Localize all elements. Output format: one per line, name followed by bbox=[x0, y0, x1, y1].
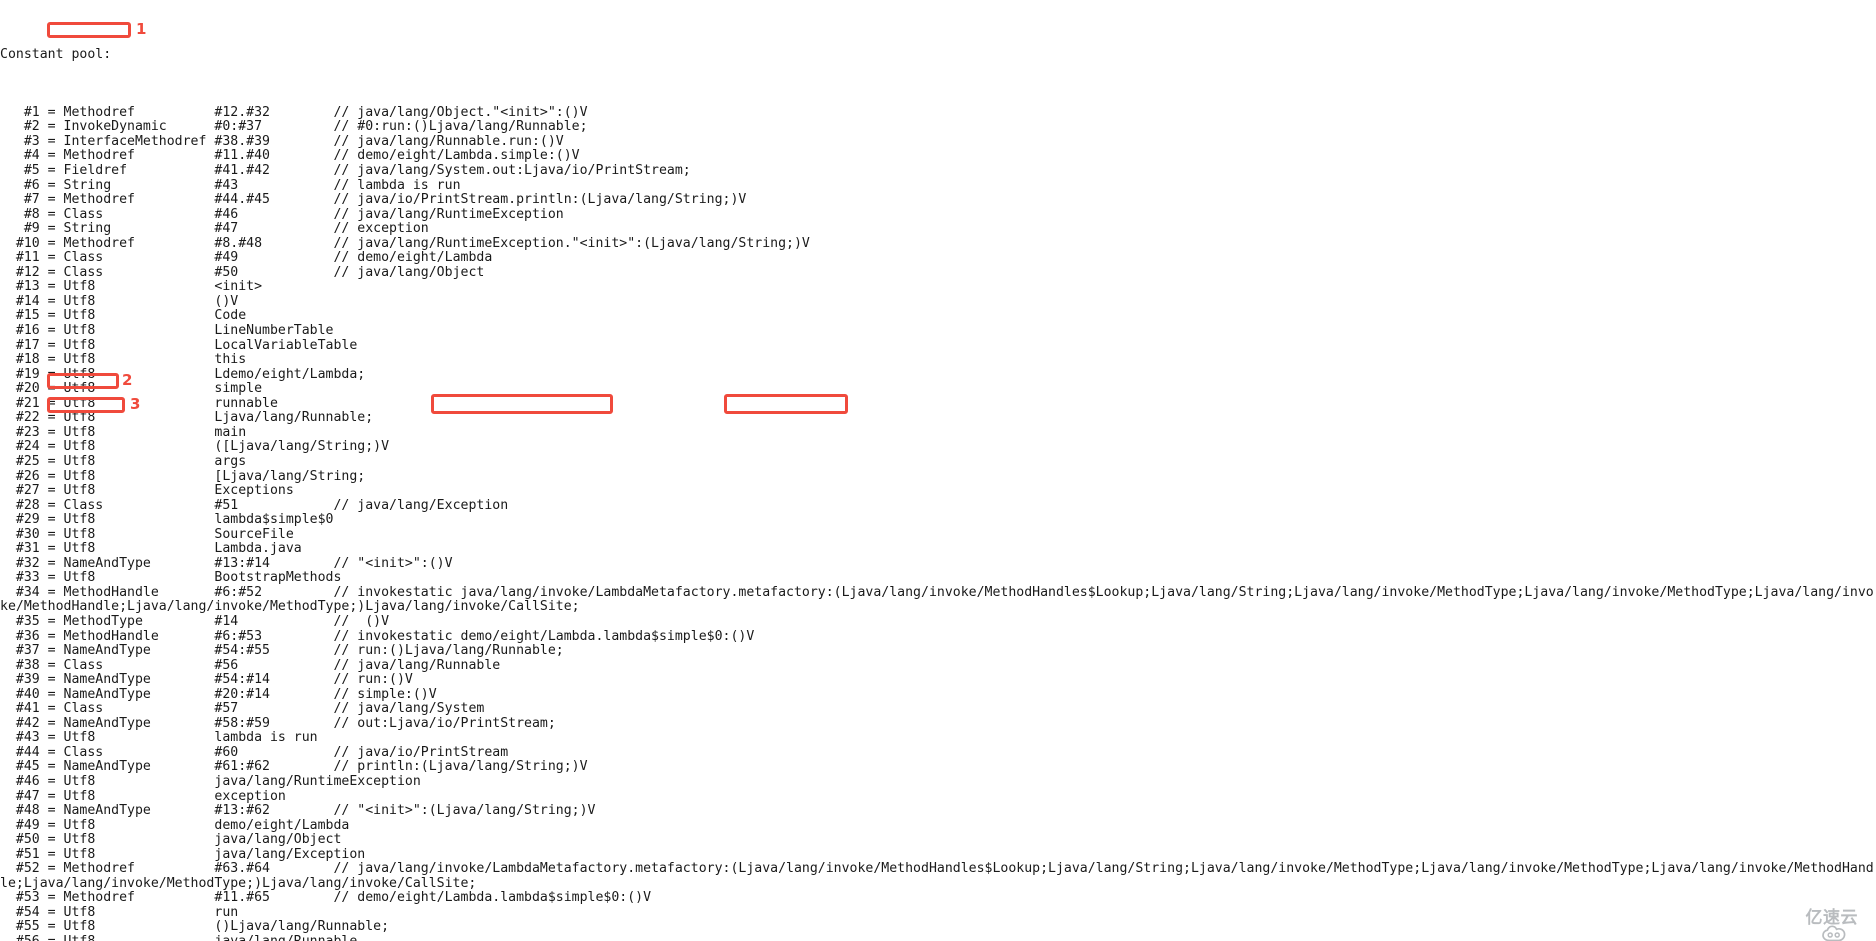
constant-pool-entry: #22 = Utf8 Ljava/lang/Runnable; bbox=[0, 410, 374, 426]
constant-pool-entry: #55 = Utf8 ()Ljava/lang/Runnable; bbox=[0, 919, 390, 935]
constant-pool-entry: #21 = Utf8 runnable bbox=[0, 395, 278, 411]
constant-pool-entry: #39 = NameAndType #54:#14 // run:()V bbox=[0, 672, 413, 688]
constant-pool-entry: #38 = Class #56 // java/lang/Runnable bbox=[0, 657, 501, 673]
constant-pool-entry: #41 = Class #57 // java/lang/System bbox=[0, 701, 485, 717]
constant-pool-entry: #17 = Utf8 LocalVariableTable bbox=[0, 337, 358, 353]
constant-pool-entry: #52 = Methodref #63.#64 // java/lang/inv… bbox=[0, 861, 1874, 891]
constant-pool-entry: #23 = Utf8 main bbox=[0, 424, 247, 440]
constant-pool-entry: #18 = Utf8 this bbox=[0, 352, 247, 368]
constant-pool-entry: #49 = Utf8 demo/eight/Lambda bbox=[0, 817, 350, 833]
terminal-output-pane: Constant pool: #1 = Methodref #12.#32 //… bbox=[0, 0, 1876, 941]
constant-pool-entry: #51 = Utf8 java/lang/Exception bbox=[0, 846, 366, 862]
constant-pool-entry: #26 = Utf8 [Ljava/lang/String; bbox=[0, 468, 366, 484]
constant-pool-entry: #5 = Fieldref #41.#42 // java/lang/Syste… bbox=[0, 163, 691, 179]
constant-pool-entry: #20 = Utf8 simple bbox=[0, 381, 263, 397]
constant-pool-entry: #15 = Utf8 Code bbox=[0, 308, 247, 324]
constant-pool-entry: #12 = Class #50 // java/lang/Object bbox=[0, 264, 485, 280]
constant-pool-entry: #54 = Utf8 run bbox=[0, 904, 239, 920]
constant-pool-entry: #31 = Utf8 Lambda.java bbox=[0, 541, 302, 557]
constant-pool-entry: #16 = Utf8 LineNumberTable bbox=[0, 323, 334, 339]
constant-pool-entry: #24 = Utf8 ([Ljava/lang/String;)V bbox=[0, 439, 390, 455]
constant-pool-entry: #10 = Methodref #8.#48 // java/lang/Runt… bbox=[0, 235, 810, 251]
constant-pool-entry: #45 = NameAndType #61:#62 // println:(Lj… bbox=[0, 759, 588, 775]
constant-pool-entry: #53 = Methodref #11.#65 // demo/eight/La… bbox=[0, 890, 652, 906]
constant-pool-entry: #6 = String #43 // lambda is run bbox=[0, 177, 461, 193]
constant-pool-entry: #32 = NameAndType #13:#14 // "<init>":()… bbox=[0, 555, 453, 571]
constant-pool-entry: #33 = Utf8 BootstrapMethods bbox=[0, 570, 342, 586]
constant-pool-entry: #56 = Utf8 java/lang/Runnable bbox=[0, 934, 1876, 941]
constant-pool-entry: #1 = Methodref #12.#32 // java/lang/Obje… bbox=[0, 104, 588, 120]
constant-pool-entry: #13 = Utf8 <init> bbox=[0, 279, 263, 295]
constant-pool-entry: #30 = Utf8 SourceFile bbox=[0, 526, 294, 542]
constant-pool-entry: #34 = MethodHandle #6:#52 // invokestati… bbox=[0, 584, 1874, 615]
constant-pool-entry: #29 = Utf8 lambda$simple$0 bbox=[0, 512, 334, 528]
constant-pool-entry: #47 = Utf8 exception bbox=[0, 788, 286, 804]
constant-pool-entry: #14 = Utf8 ()V bbox=[0, 293, 239, 309]
constant-pool-entry: #19 = Utf8 Ldemo/eight/Lambda; bbox=[0, 366, 366, 382]
constant-pool-entry: #42 = NameAndType #58:#59 // out:Ljava/i… bbox=[0, 715, 556, 731]
constant-pool-entry: #44 = Class #60 // java/io/PrintStream bbox=[0, 744, 509, 760]
constant-pool-entry: #46 = Utf8 java/lang/RuntimeException bbox=[0, 773, 421, 789]
constant-pool-entry: #7 = Methodref #44.#45 // java/io/PrintS… bbox=[0, 192, 747, 208]
annotation-number-1: 1 bbox=[136, 20, 147, 38]
constant-pool-entry: #25 = Utf8 args bbox=[0, 453, 247, 469]
constant-pool-entry: #9 = String #47 // exception bbox=[0, 221, 429, 237]
constant-pool-entry: #2 = InvokeDynamic #0:#37 // #0:run:()Lj… bbox=[0, 119, 588, 135]
constant-pool-entry: #43 = Utf8 lambda is run bbox=[0, 730, 318, 746]
constant-pool-entry: #50 = Utf8 java/lang/Object bbox=[0, 832, 342, 848]
constant-pool-entry: #4 = Methodref #11.#40 // demo/eight/Lam… bbox=[0, 148, 580, 164]
constant-pool-entry: #48 = NameAndType #13:#62 // "<init>":(L… bbox=[0, 803, 596, 819]
constant-pool-entry: #40 = NameAndType #20:#14 // simple:()V bbox=[0, 686, 437, 702]
constant-pool-entry: #35 = MethodType #14 // ()V bbox=[0, 613, 390, 629]
constant-pool-entry: #28 = Class #51 // java/lang/Exception bbox=[0, 497, 509, 513]
highlight-box-1 bbox=[47, 22, 131, 38]
constant-pool-entry: #3 = InterfaceMethodref #38.#39 // java/… bbox=[0, 133, 564, 149]
constant-pool-lines: #1 = Methodref #12.#32 // java/lang/Obje… bbox=[0, 104, 1876, 941]
constant-pool-entry: #37 = NameAndType #54:#55 // run:()Ljava… bbox=[0, 643, 564, 659]
constant-pool-entry: #8 = Class #46 // java/lang/RuntimeExcep… bbox=[0, 206, 564, 222]
constant-pool-entry: #11 = Class #49 // demo/eight/Lambda bbox=[0, 250, 493, 266]
constant-pool-entry: #27 = Utf8 Exceptions bbox=[0, 483, 294, 499]
constant-pool-header: Constant pool: bbox=[0, 46, 112, 62]
constant-pool-entry: #36 = MethodHandle #6:#53 // invokestati… bbox=[0, 628, 755, 644]
